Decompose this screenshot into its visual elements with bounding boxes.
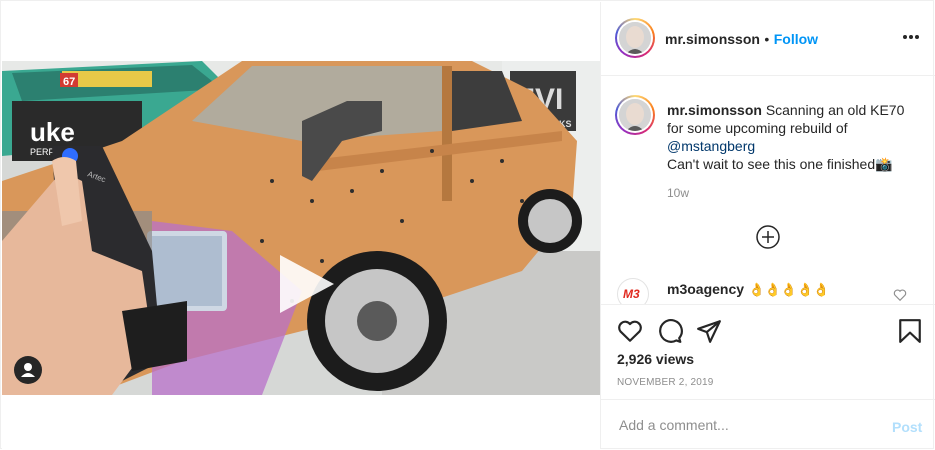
author-avatar-photo [619, 22, 651, 54]
caption-avatar-photo [619, 99, 651, 131]
like-button[interactable] [617, 318, 643, 344]
commenter-avatar[interactable]: M3 [617, 278, 649, 304]
more-options-icon [903, 35, 919, 39]
share-button[interactable] [696, 318, 722, 344]
comment-button[interactable] [657, 318, 683, 344]
more-options-button[interactable] [901, 30, 921, 44]
user-tag-button[interactable] [14, 356, 42, 384]
commenter-avatar-text: M3 [623, 287, 640, 301]
play-button[interactable] [272, 251, 338, 317]
caption-username[interactable]: mr.simonsson [667, 102, 762, 118]
share-icon [697, 320, 721, 343]
load-more-comments-icon [756, 225, 780, 249]
comment-input[interactable] [617, 414, 871, 436]
post-card: EVI WORKS 67 uke PERFORMANCE [0, 0, 935, 449]
video-frame: EVI WORKS 67 uke PERFORMANCE [2, 61, 600, 395]
play-icon [280, 255, 334, 313]
post-header: mr.simonsson • Follow [601, 2, 935, 76]
author-username[interactable]: mr.simonsson [665, 31, 760, 47]
post-media: EVI WORKS 67 uke PERFORMANCE [2, 2, 600, 449]
post-comment-button[interactable]: Post [892, 419, 922, 435]
decal-number: 67 [63, 76, 75, 88]
decal-text: uke [30, 117, 75, 147]
author-avatar[interactable] [615, 18, 655, 58]
comment-icon [659, 319, 683, 343]
comment-like-icon [893, 289, 907, 302]
caption-avatar[interactable] [615, 95, 655, 135]
commenter-username[interactable]: m3oagency [667, 281, 744, 297]
load-more-comments-button[interactable] [755, 224, 781, 250]
user-tag-icon [21, 363, 35, 377]
video-player[interactable]: EVI WORKS 67 uke PERFORMANCE [2, 61, 600, 395]
save-button[interactable] [897, 318, 923, 344]
comment-item: M3 m3oagency 👌👌👌👌👌 [601, 278, 935, 304]
caption-text-2: Can't wait to see this one finished [667, 156, 876, 172]
post-caption: mr.simonsson Scanning an old KE70 for so… [667, 101, 917, 173]
caption-mention[interactable]: @mstangberg [667, 138, 755, 154]
view-count[interactable]: 2,926 views [617, 351, 694, 367]
caption-timestamp[interactable]: 10w [667, 186, 689, 200]
header-separator: • [764, 31, 770, 47]
follow-button[interactable]: Follow [774, 31, 818, 47]
post-date[interactable]: NOVEMBER 2, 2019 [617, 377, 714, 388]
heart-icon [618, 320, 642, 342]
comment-like-button[interactable] [893, 288, 907, 304]
bookmark-icon [899, 319, 921, 343]
comment-text: 👌👌👌👌👌 [748, 282, 830, 297]
add-comment-bar: Post [601, 399, 935, 449]
camera-emoji: 📸 [875, 156, 893, 172]
post-sidebar: mr.simonsson • Follow mr.simonsson Scann… [600, 2, 935, 449]
